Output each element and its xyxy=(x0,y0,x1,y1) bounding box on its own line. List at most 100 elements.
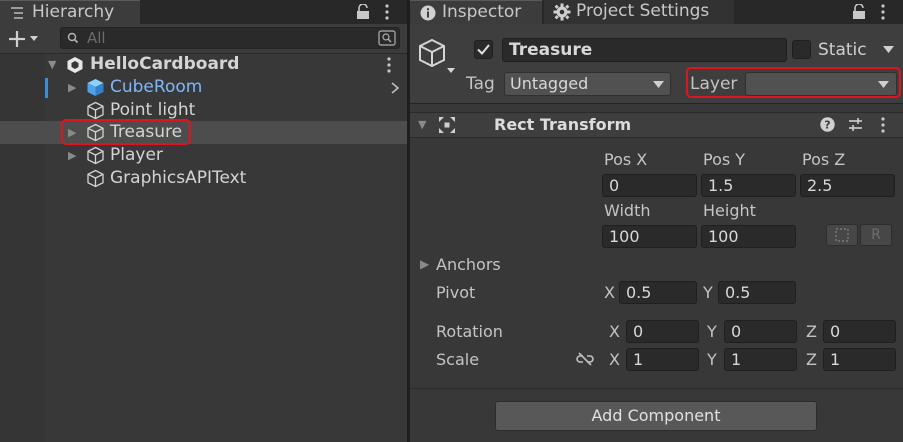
unity-scene-icon xyxy=(66,56,84,74)
raw-edit-button[interactable]: R xyxy=(860,224,892,246)
hierarchy-item-player[interactable]: ▶ Player xyxy=(0,144,407,167)
inspector-tab-label: Inspector xyxy=(442,2,522,22)
component-menu-icon[interactable] xyxy=(881,117,885,133)
scene-row[interactable]: ▼ HelloCardboard xyxy=(0,53,407,76)
pos-x-field[interactable]: 0 xyxy=(602,174,697,197)
pos-z-value: 2.5 xyxy=(807,176,833,195)
hierarchy-item-graphicsapitext[interactable]: GraphicsAPIText xyxy=(0,167,407,190)
dotted-rect-icon xyxy=(835,228,849,242)
raw-edit-label: R xyxy=(871,227,881,243)
hierarchy-item-point-light[interactable]: Point light xyxy=(0,99,407,122)
hierarchy-list-icon xyxy=(10,6,24,20)
add-component-button[interactable]: Add Component xyxy=(495,401,817,431)
cuberoom-expand-arrow[interactable]: ▶ xyxy=(68,76,76,99)
gear-icon xyxy=(553,3,571,21)
preset-sliders-icon[interactable] xyxy=(848,117,863,132)
active-checkbox[interactable] xyxy=(474,40,493,59)
gameobject-large-icon[interactable] xyxy=(418,38,456,78)
scale-z-field[interactable]: 1 xyxy=(823,348,896,371)
pos-x-label: Pos X xyxy=(604,150,648,169)
scale-x-field[interactable]: 1 xyxy=(626,348,699,371)
svg-text:?: ? xyxy=(824,119,830,132)
hierarchy-item-label: GraphicsAPIText xyxy=(110,168,247,188)
project-settings-tab-label: Project Settings xyxy=(576,1,710,21)
scale-y-field[interactable]: 1 xyxy=(724,348,797,371)
pos-z-field[interactable]: 2.5 xyxy=(800,174,895,197)
hierarchy-item-label: Player xyxy=(110,145,163,165)
scale-z-value: 1 xyxy=(830,350,841,369)
tab-project-settings[interactable]: Project Settings xyxy=(544,0,734,24)
layer-highlight-box xyxy=(686,67,901,98)
scale-x-value: 1 xyxy=(633,350,644,369)
pivot-label: Pivot xyxy=(436,283,476,302)
pos-x-value: 0 xyxy=(609,176,620,195)
rotation-y-value: 0 xyxy=(731,322,742,341)
anchors-label[interactable]: Anchors xyxy=(436,254,501,276)
height-label: Height xyxy=(703,201,756,220)
lock-icon[interactable] xyxy=(356,4,370,20)
kebab-menu-icon[interactable] xyxy=(385,4,389,20)
rotation-z-field[interactable]: 0 xyxy=(823,320,896,343)
component-fold-arrow[interactable]: ▼ xyxy=(418,113,426,136)
tab-inspector[interactable]: Inspector xyxy=(410,0,542,24)
object-name-field[interactable]: Treasure xyxy=(502,38,787,62)
scale-x-label: X xyxy=(609,350,620,369)
create-plus-icon[interactable] xyxy=(9,30,39,48)
pivot-x-label: X xyxy=(604,283,615,302)
static-checkbox[interactable] xyxy=(792,40,811,59)
blueprint-mode-button[interactable] xyxy=(826,224,858,246)
hierarchy-tab-label: Hierarchy xyxy=(32,2,115,22)
prefab-cube-icon xyxy=(86,78,105,97)
pivot-y-value: 0.5 xyxy=(725,283,751,302)
rot-x-label: X xyxy=(609,322,620,341)
width-value: 100 xyxy=(609,227,640,246)
search-icon xyxy=(67,32,81,44)
info-icon xyxy=(420,5,436,21)
player-expand-arrow[interactable]: ▶ xyxy=(68,144,76,167)
tag-label: Tag xyxy=(466,74,495,94)
tag-dropdown[interactable]: Untagged xyxy=(504,72,671,96)
chevron-right-icon[interactable] xyxy=(391,82,400,94)
static-dropdown-arrow[interactable] xyxy=(883,46,894,53)
static-label: Static xyxy=(818,40,867,60)
scale-z-label: Z xyxy=(806,350,817,369)
width-field[interactable]: 100 xyxy=(602,225,697,248)
kebab-menu-icon[interactable] xyxy=(881,4,885,20)
gameobject-cube-icon xyxy=(86,146,105,165)
treasure-highlight-box xyxy=(61,119,191,145)
height-value: 100 xyxy=(708,227,739,246)
scene-menu-icon[interactable] xyxy=(387,57,391,73)
add-component-label: Add Component xyxy=(591,406,721,425)
height-field[interactable]: 100 xyxy=(701,225,796,248)
constrain-proportions-icon[interactable] xyxy=(576,352,594,366)
anchors-fold-arrow[interactable]: ▶ xyxy=(420,253,429,276)
help-icon[interactable]: ? xyxy=(820,117,835,132)
inspector-panel: Inspector Project Settings Treasure Stat… xyxy=(410,0,903,442)
scene-expand-arrow[interactable]: ▼ xyxy=(48,53,56,76)
gameobject-cube-icon xyxy=(86,169,105,188)
pos-y-label: Pos Y xyxy=(703,150,746,169)
rotation-z-value: 0 xyxy=(830,322,841,341)
rot-z-label: Z xyxy=(806,322,817,341)
hierarchy-panel: Hierarchy All ▼ HelloCardboard ▶ CubeRoo… xyxy=(0,0,407,442)
pivot-y-label: Y xyxy=(703,283,713,302)
pivot-y-field[interactable]: 0.5 xyxy=(718,281,796,304)
component-title: Rect Transform xyxy=(494,115,632,134)
pivot-x-field[interactable]: 0.5 xyxy=(619,281,697,304)
scene-name: HelloCardboard xyxy=(90,54,240,74)
rect-transform-icon xyxy=(438,116,456,134)
scale-y-label: Y xyxy=(707,350,717,369)
rotation-x-field[interactable]: 0 xyxy=(626,320,699,343)
hierarchy-search-input[interactable]: All xyxy=(60,27,400,49)
gameobject-cube-icon xyxy=(86,101,105,120)
chevron-down-icon xyxy=(653,81,664,88)
lock-icon[interactable] xyxy=(852,4,866,20)
search-options-icon[interactable] xyxy=(378,30,396,46)
tab-hierarchy[interactable]: Hierarchy xyxy=(0,0,140,24)
hierarchy-item-cuberoom[interactable]: ▶ CubeRoom xyxy=(0,76,407,99)
pos-y-field[interactable]: 1.5 xyxy=(701,174,796,197)
pos-y-value: 1.5 xyxy=(708,176,734,195)
rotation-y-field[interactable]: 0 xyxy=(724,320,797,343)
scale-label: Scale xyxy=(436,350,480,369)
pivot-x-value: 0.5 xyxy=(626,283,652,302)
